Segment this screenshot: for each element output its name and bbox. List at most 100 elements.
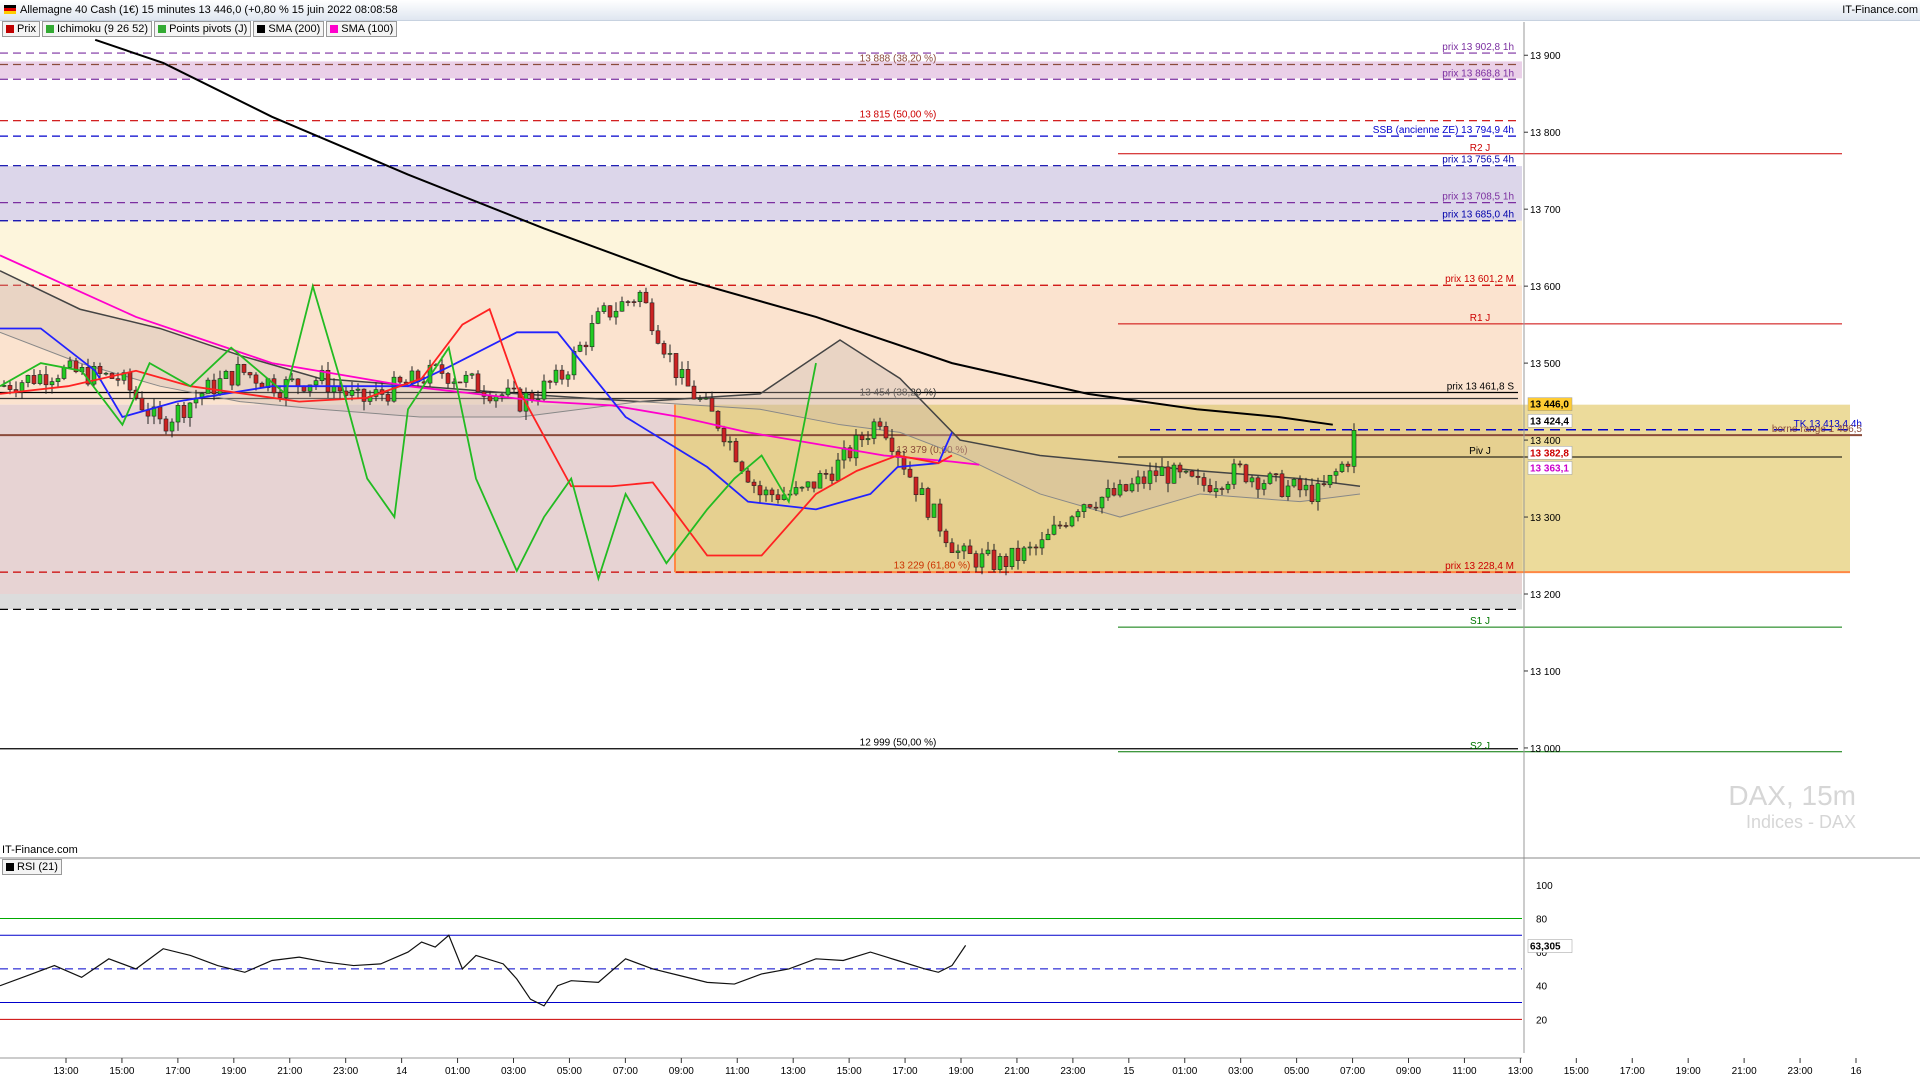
candle-up [1051,524,1057,535]
candle-up [1099,496,1105,509]
candle-down [973,553,979,568]
candle-up [1069,516,1075,527]
candle-down [529,392,535,401]
candle-down [907,468,913,478]
price-chart[interactable]: prix 13 902,8 1h 13 888 (38,20 %) prix 13 … [0,0,1920,1080]
level-label-11: prix 13 228,4 M [1445,561,1514,572]
level-label-8: prix 13 601,2 M [1445,274,1514,285]
zone-band-gray [0,594,1522,610]
candle-down [1255,477,1261,490]
candle-up [817,473,823,489]
candle-up [601,305,607,312]
candle-up [1333,471,1339,476]
candle-up [349,390,355,396]
candle-up [55,378,61,382]
candle-up [637,291,643,303]
candle-down [1207,485,1213,493]
chart-window: Allemagne 40 Cash (1€) 15 minutes 13 446… [0,0,1920,1080]
candle-up [1351,430,1357,467]
candle-down [721,427,727,443]
candle-down [547,380,553,383]
watermark-category: Indices - DAX [1745,812,1856,832]
price-tag-3: 13 363,1 [1530,463,1569,474]
candle-down [559,369,565,380]
candle-down [685,369,691,387]
candle-up [1021,547,1027,561]
x-tick-label-9: 05:00 [557,1066,582,1077]
candle-up [1129,483,1135,492]
candle-down [7,385,13,390]
x-tick-label-16: 19:00 [948,1066,973,1077]
candle-up [1009,547,1015,567]
candle-up [1225,483,1231,490]
pivot-label-2: Piv J [1469,446,1491,457]
pivot-label-0: R2 J [1470,143,1491,154]
fib-label-1: 13 229 (61,80 %) [894,561,971,572]
level-label-6: prix 13 708,5 1h [1442,192,1514,203]
level-label-3: 13 815 (50,00 %) [860,110,937,121]
candle-up [1327,474,1333,486]
candle-up [835,459,841,481]
candle-down [1273,473,1279,476]
candle-up [61,367,67,379]
candle-down [883,426,889,439]
candle-up [205,379,211,394]
candle-down [1243,464,1249,483]
candle-up [1267,473,1273,484]
candle-up [679,369,685,379]
candle-down [1087,504,1093,508]
y-tick-label-0: 13 900 [1530,51,1561,62]
candle-up [1171,464,1177,484]
zone-band-2 [0,166,1522,221]
x-tick-label-25: 11:00 [1452,1066,1477,1077]
x-tick-label-32: 16 [1850,1066,1862,1077]
candle-down [511,387,517,390]
candle-up [985,549,991,555]
candle-down [745,470,751,483]
candle-up [919,488,925,496]
candle-down [253,374,259,384]
candle-up [805,481,811,488]
candle-down [673,353,679,379]
y-tick-label-3: 13 600 [1530,282,1561,293]
price-tag-1: 13 424,4 [1530,416,1569,427]
candle-down [241,364,247,373]
rsi-legend[interactable]: RSI (21) [2,859,62,875]
x-tick-label-14: 15:00 [837,1066,862,1077]
candle-down [583,344,589,348]
candle-down [811,481,817,489]
annotation-label-1: borne range 1 406,5 [1772,424,1863,435]
rsi-line [0,934,967,1007]
x-tick-label-6: 14 [396,1066,408,1077]
candle-up [37,374,43,384]
y-tick-label-5: 13 400 [1530,436,1561,447]
zone-band-3 [0,220,1522,286]
candle-up [853,435,859,459]
candle-down [1153,470,1159,476]
candle-up [595,311,601,324]
y-tick-label-6: 13 300 [1530,513,1561,524]
level-label-7: prix 13 685,0 4h [1442,210,1514,221]
x-tick-label-0: 13:00 [53,1066,78,1077]
candle-down [775,494,781,500]
candle-up [1315,483,1321,502]
candle-down [1201,477,1207,486]
candle-up [553,369,559,383]
x-tick-label-30: 21:00 [1732,1066,1757,1077]
candle-up [1117,484,1123,496]
source-label: IT-Finance.com [2,844,78,856]
candle-up [1081,504,1087,512]
x-tick-label-18: 23:00 [1060,1066,1085,1077]
candle-up [667,353,673,355]
candle-up [187,402,193,418]
candle-up [727,440,733,443]
y-tick-label-9: 13 000 [1530,744,1561,755]
candle-down [949,542,955,553]
x-tick-label-24: 09:00 [1396,1066,1421,1077]
candle-down [1219,488,1225,490]
candle-up [223,370,229,379]
candle-down [1321,483,1327,486]
y-tick-label-4: 13 500 [1530,359,1561,370]
candle-down [1279,473,1285,497]
price-tag-0: 13 446,0 [1530,400,1569,411]
